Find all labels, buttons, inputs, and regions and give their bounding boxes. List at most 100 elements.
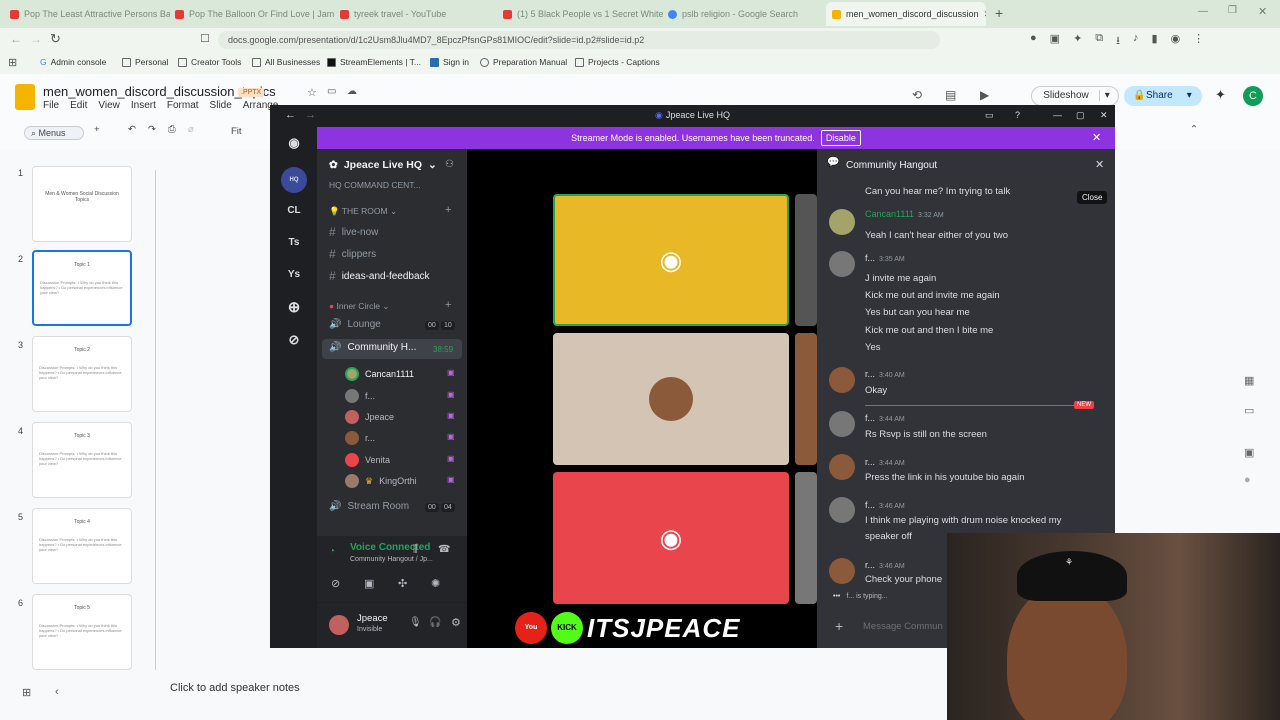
bookmark-folder[interactable]: Projects - Captions xyxy=(575,57,660,67)
channel-ideas-and-feedback[interactable]: # ideas-and-feedback xyxy=(329,269,430,283)
menu-icon[interactable]: ⋮ xyxy=(1193,32,1204,48)
bookmark-folder[interactable]: All Businesses xyxy=(252,57,320,67)
voice-user[interactable]: f... xyxy=(345,389,375,403)
inbox-icon[interactable]: ▭ xyxy=(985,105,994,125)
star-icon[interactable]: ☆ xyxy=(307,86,317,99)
close-banner-icon[interactable]: ✕ xyxy=(1092,127,1101,149)
channel-clippers[interactable]: # clippers xyxy=(329,247,376,261)
paint-format-icon[interactable]: ⌀ xyxy=(188,124,194,135)
addons-icon[interactable]: ● xyxy=(1244,474,1251,486)
category-inner-circle[interactable]: ● Inner Circle ⌄ xyxy=(329,301,389,312)
gemini-icon[interactable]: ✦ xyxy=(1215,87,1226,103)
author-name[interactable]: r... xyxy=(865,560,875,570)
collapse-icon[interactable]: ⌃ xyxy=(1190,124,1198,135)
video-tile-speaking[interactable]: ◉ xyxy=(553,194,789,326)
apps-icon[interactable]: ⊞ xyxy=(8,56,17,69)
browser-tab[interactable]: (1) 5 Black People vs 1 Secret White xyxy=(503,4,663,24)
menu-file[interactable]: File xyxy=(43,100,59,111)
server-icon[interactable]: Ts xyxy=(281,230,307,256)
account-avatar[interactable]: C xyxy=(1243,86,1263,106)
meet-icon[interactable]: ▶ xyxy=(980,88,989,102)
forward-icon[interactable]: → xyxy=(30,32,42,46)
slide-thumbnail-selected[interactable]: Topic 1 Discussion Prompts: • Why do you … xyxy=(32,250,132,326)
user-avatar[interactable] xyxy=(829,367,855,393)
bookmark-icon[interactable]: ☐ xyxy=(200,32,210,45)
menu-slide[interactable]: Slide xyxy=(210,100,232,111)
voice-channel-lounge[interactable]: 🔊 Lounge xyxy=(329,319,381,330)
slide-thumbnail[interactable]: Topic 4 Discussion Prompts: • Why do you … xyxy=(32,508,132,584)
video-tile[interactable] xyxy=(795,472,817,604)
message-input[interactable]: Message Commun xyxy=(863,621,943,632)
voice-user[interactable]: Jpeace xyxy=(345,410,394,424)
close-window-icon[interactable]: ✕ xyxy=(1258,5,1267,18)
new-tab-icon[interactable]: + xyxy=(995,5,1003,21)
author-name[interactable]: r... xyxy=(865,457,875,467)
comment-icon[interactable]: ▤ xyxy=(945,88,956,102)
browser-tab[interactable]: Pop The Least Attractive Persons Ba xyxy=(10,4,170,24)
author-name[interactable]: f... xyxy=(865,500,875,510)
voice-user[interactable]: ♛ KingOrthi xyxy=(345,474,417,488)
tasks-icon[interactable]: ▣ xyxy=(1244,446,1254,459)
voice-channel-path[interactable]: Community Hangout / Jp... xyxy=(350,556,433,563)
undo-icon[interactable]: ↶ xyxy=(128,124,136,135)
menu-format[interactable]: Format xyxy=(167,100,199,111)
slides-logo-icon[interactable] xyxy=(15,84,35,110)
history-icon[interactable]: ⟲ xyxy=(912,88,922,102)
add-attachment-icon[interactable]: + xyxy=(835,618,843,634)
screen-share-icon[interactable]: ▣ xyxy=(364,577,374,590)
minimize-icon[interactable]: — xyxy=(1198,6,1208,17)
menu-edit[interactable]: Edit xyxy=(70,100,87,111)
noise-icon[interactable]: ⫼ xyxy=(413,544,418,555)
video-tile[interactable] xyxy=(795,194,817,326)
forward-icon[interactable]: → xyxy=(305,105,316,125)
collapse-filmstrip-icon[interactable]: ‹ xyxy=(55,686,59,698)
minimize-icon[interactable]: — xyxy=(1053,105,1062,125)
keep-icon[interactable]: ▭ xyxy=(1244,404,1254,417)
disconnect-icon[interactable]: ☎ xyxy=(438,544,450,555)
category-the-room[interactable]: 💡 THE ROOM ⌄ xyxy=(329,206,397,217)
slide-thumbnail[interactable]: Topic 5 Discussion Prompts: • Why do you … xyxy=(32,594,132,670)
menus-search[interactable]: ⌕ Menus xyxy=(24,126,84,140)
slide-thumbnail[interactable]: Topic 2 Discussion Prompts: • Why do you … xyxy=(32,336,132,412)
bookmark-streamelements[interactable]: StreamElements | T... xyxy=(327,57,421,67)
user-avatar[interactable] xyxy=(829,497,855,523)
add-member-icon[interactable]: ⚇ xyxy=(445,159,454,170)
author-name[interactable]: Cancan1111 xyxy=(865,209,914,219)
headphones-icon[interactable]: 🎧 xyxy=(429,617,441,628)
voice-channel-community-hangout[interactable]: 🔊 Community H... xyxy=(329,342,416,353)
video-tile[interactable] xyxy=(795,333,817,465)
server-icon[interactable]: Ys xyxy=(281,262,307,288)
history-icon[interactable]: ♪ xyxy=(1133,32,1139,48)
extension-icon[interactable]: ● xyxy=(1030,32,1037,48)
zoom-fit[interactable]: Fit xyxy=(231,126,242,137)
channel-live-now[interactable]: # live-now xyxy=(329,225,378,239)
calendar-icon[interactable]: ▦ xyxy=(1244,374,1254,387)
url-field[interactable]: docs.google.com/presentation/d/1c2Usm8Jl… xyxy=(218,31,940,49)
video-off-icon[interactable]: ⊘ xyxy=(331,577,340,590)
add-server-icon[interactable]: ⊕ xyxy=(281,295,307,321)
bookmark-folder[interactable]: Creator Tools xyxy=(178,57,241,67)
new-slide-icon[interactable]: + xyxy=(94,124,100,135)
slide-thumbnail[interactable]: Topic 3 Discussion Prompts: • Why do you … xyxy=(32,422,132,498)
menu-view[interactable]: View xyxy=(98,100,120,111)
bookmark-folder[interactable]: Personal xyxy=(122,57,169,67)
add-channel-icon[interactable]: + xyxy=(445,299,451,311)
bookmark-admin[interactable]: G Admin console xyxy=(40,57,106,67)
user-avatar[interactable] xyxy=(829,251,855,277)
author-name[interactable]: f... xyxy=(865,253,875,263)
bookmark-preparation[interactable]: Preparation Manual xyxy=(480,57,567,67)
slide-thumbnail[interactable]: Men & Women Social Discussion Topics xyxy=(32,166,132,242)
share-button[interactable]: 🔒 Share ▾ xyxy=(1124,86,1202,106)
grid-view-icon[interactable]: ⊞ xyxy=(22,686,31,699)
back-icon[interactable]: ← xyxy=(285,105,296,125)
close-tab-icon[interactable]: ✕ xyxy=(984,9,986,20)
chevron-down-icon[interactable]: ▾ xyxy=(1098,90,1110,101)
explore-icon[interactable]: ⊘ xyxy=(281,327,307,353)
voice-user[interactable]: Cancan1111 xyxy=(345,367,414,381)
browser-tab[interactable]: pslb religion - Google Search xyxy=(668,4,828,24)
extension-icon[interactable]: ⧉ xyxy=(1095,32,1103,48)
browser-tab[interactable]: tyreek travel - YouTube xyxy=(340,4,500,24)
video-tile[interactable]: ◉ xyxy=(553,472,789,604)
extension-icon[interactable]: ✦ xyxy=(1073,32,1082,48)
microphone-icon[interactable]: 🎙 xyxy=(409,617,422,628)
